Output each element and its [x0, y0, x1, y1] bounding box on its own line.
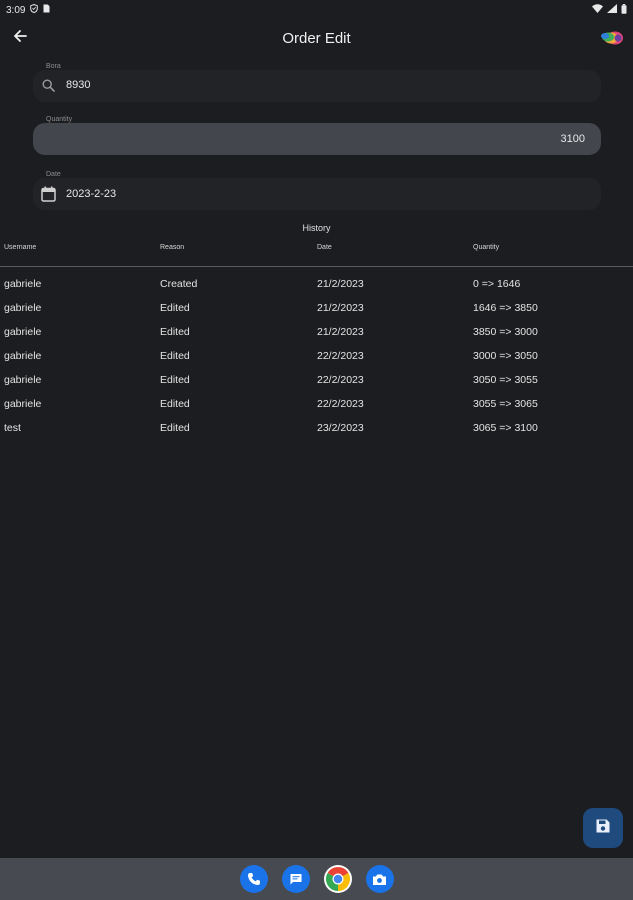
cell-date: 21/2/2023: [317, 278, 364, 290]
sim-card-icon: [43, 4, 50, 16]
cell-date: 23/2/2023: [317, 422, 364, 434]
signal-icon: [607, 4, 617, 16]
quantity-field[interactable]: Quantity 3100: [33, 116, 601, 155]
cell-reason: Edited: [160, 302, 190, 314]
wifi-icon: [592, 4, 603, 16]
column-header-date: Date: [317, 244, 332, 251]
calendar-icon: [41, 186, 56, 207]
search-icon: [42, 79, 55, 97]
table-row: test Edited 23/2/2023 3065 => 3100: [0, 420, 633, 444]
cell-quantity: 3850 => 3000: [473, 326, 538, 338]
page-title: Order Edit: [282, 29, 351, 47]
shield-status-icon: [30, 3, 39, 16]
date-field[interactable]: Date 2023-2-23: [33, 171, 601, 210]
table-row: gabriele Edited 22/2/2023 3000 => 3050: [0, 348, 633, 372]
bora-value: 8930: [66, 79, 91, 91]
cell-username: gabriele: [4, 302, 42, 314]
cell-username: gabriele: [4, 326, 42, 338]
table-row: gabriele Edited 22/2/2023 3055 => 3065: [0, 396, 633, 420]
cell-quantity: 3065 => 3100: [473, 422, 538, 434]
bora-search-field[interactable]: Bora 8930: [33, 63, 601, 102]
status-bar: 3:09: [0, 0, 633, 20]
column-header-username: Username: [4, 244, 37, 251]
cell-username: gabriele: [4, 350, 42, 362]
system-dock: [0, 858, 633, 900]
history-table-body: gabriele Created 21/2/2023 0 => 1646 gab…: [0, 276, 633, 444]
cell-reason: Edited: [160, 374, 190, 386]
history-title: History: [302, 223, 331, 233]
cell-username: gabriele: [4, 398, 42, 410]
cell-reason: Edited: [160, 398, 190, 410]
chrome-icon[interactable]: [323, 865, 352, 893]
column-header-reason: Reason: [160, 244, 185, 251]
back-button[interactable]: [8, 26, 32, 50]
app-bar: Order Edit: [0, 20, 633, 56]
save-button[interactable]: [583, 808, 623, 848]
date-label: Date: [46, 171, 61, 178]
quantity-label: Quantity: [46, 116, 73, 123]
cell-date: 22/2/2023: [317, 398, 364, 410]
cell-username: test: [4, 422, 21, 434]
status-time: 3:09: [6, 4, 26, 16]
cell-date: 22/2/2023: [317, 374, 364, 386]
bora-label: Bora: [46, 63, 61, 70]
cell-username: gabriele: [4, 374, 42, 386]
phone-icon[interactable]: [239, 865, 268, 893]
history-table-header: Username Reason Date Quantity: [0, 243, 633, 267]
cell-username: gabriele: [4, 278, 42, 290]
quantity-value: 3100: [560, 133, 585, 145]
cell-reason: Edited: [160, 350, 190, 362]
table-row: gabriele Edited 22/2/2023 3050 => 3055: [0, 372, 633, 396]
cell-quantity: 1646 => 3850: [473, 302, 538, 314]
column-header-quantity: Quantity: [473, 244, 500, 251]
cell-reason: Edited: [160, 326, 190, 338]
cell-quantity: 3055 => 3065: [473, 398, 538, 410]
date-value: 2023-2-23: [66, 188, 117, 200]
battery-icon: [621, 3, 627, 17]
arrow-left-icon: [12, 28, 28, 49]
cell-reason: Created: [160, 278, 198, 290]
cell-quantity: 0 => 1646: [473, 278, 521, 290]
cell-quantity: 3000 => 3050: [473, 350, 538, 362]
cell-date: 21/2/2023: [317, 326, 364, 338]
table-row: gabriele Edited 21/2/2023 1646 => 3850: [0, 300, 633, 324]
messages-icon[interactable]: [281, 865, 310, 893]
app-logo-icon: [599, 26, 625, 50]
cell-date: 22/2/2023: [317, 350, 364, 362]
cell-date: 21/2/2023: [317, 302, 364, 314]
cell-reason: Edited: [160, 422, 190, 434]
save-icon: [595, 818, 611, 839]
table-row: gabriele Edited 21/2/2023 3850 => 3000: [0, 324, 633, 348]
table-row: gabriele Created 21/2/2023 0 => 1646: [0, 276, 633, 300]
camera-icon[interactable]: [365, 865, 394, 893]
cell-quantity: 3050 => 3055: [473, 374, 538, 386]
